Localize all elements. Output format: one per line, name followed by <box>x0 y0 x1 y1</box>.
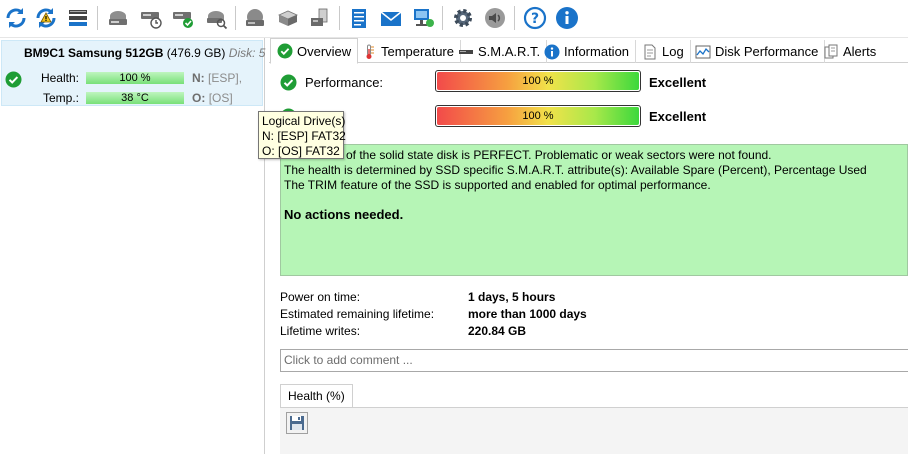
hdd-clock-icon[interactable] <box>138 5 164 31</box>
health-label: Health: <box>40 71 79 85</box>
chart-area <box>280 407 908 454</box>
disk-entry[interactable]: BM9C1 Samsung 512GB (476.9 GB) Disk: 5 H… <box>1 40 265 106</box>
chart-icon <box>695 45 711 58</box>
save-icon <box>290 416 304 430</box>
tooltip-line: N: [ESP] FAT32 <box>262 129 346 143</box>
toolbar-separator <box>442 6 443 30</box>
svg-text:?: ? <box>531 11 539 27</box>
refresh-icon[interactable] <box>3 5 29 31</box>
hdd-check-icon[interactable] <box>170 5 196 31</box>
drive-o-letter: O: <box>192 91 206 105</box>
health-bar: 100 % <box>435 105 641 127</box>
toolbar-separator <box>514 6 515 30</box>
tab-label: Log <box>662 44 684 59</box>
disk-name: BM9C1 Samsung 512GB <box>24 46 164 60</box>
action-text: No actions needed. <box>284 207 404 222</box>
tab-information[interactable]: Information <box>538 40 637 63</box>
tab-label: Disk Performance <box>715 44 819 59</box>
hdd-remove-icon[interactable] <box>307 5 333 31</box>
power-on-label: Power on time: <box>280 290 361 304</box>
remaining-lifetime-label: Estimated remaining lifetime: <box>280 307 435 321</box>
check-icon <box>277 43 293 59</box>
drive-o-name: [OS] <box>208 91 233 105</box>
save-button[interactable] <box>286 412 308 434</box>
status-line: The health is determined by SSD specific… <box>284 163 867 177</box>
tab-smart[interactable]: S.M.A.R.T. <box>452 40 548 63</box>
drive-n-letter: N: <box>192 71 205 85</box>
speaker-icon[interactable] <box>482 5 508 31</box>
temp-mini-bar: 38 °C <box>86 92 184 104</box>
drive-n: N: [ESP], <box>192 71 242 85</box>
health-rating: Excellent <box>649 109 707 124</box>
notes-icon[interactable] <box>346 5 372 31</box>
tab-overview[interactable]: Overview <box>270 38 359 64</box>
tab-temperature[interactable]: Temperature <box>355 40 461 63</box>
help-icon[interactable]: ? <box>522 5 548 31</box>
document-icon <box>644 44 656 59</box>
info-icon[interactable] <box>554 5 580 31</box>
overview-panel: Performance: 100 % Excellent 100 % Excel… <box>269 64 908 454</box>
health-status-box: of the solid state disk is PERFECT. Prob… <box>280 144 908 276</box>
tab-log[interactable]: Log <box>636 40 691 63</box>
tab-label: Overview <box>297 43 352 59</box>
hdd-usb-icon[interactable] <box>275 5 301 31</box>
lifetime-writes-value: 220.84 GB <box>468 324 527 338</box>
check-icon <box>5 71 22 88</box>
tab-label: Alerts <box>843 44 877 59</box>
toolbar: ? <box>0 0 908 38</box>
info-icon <box>544 44 560 59</box>
disk-title: BM9C1 Samsung 512GB (476.9 GB) Disk: 5 <box>24 46 265 60</box>
tab-strip: Overview Temperature S.M.A.R.T. Informat… <box>269 38 908 64</box>
hdd-search-icon[interactable] <box>203 5 229 31</box>
health-mini-bar: 100 % <box>86 72 184 84</box>
disk-settings-icon[interactable] <box>65 5 91 31</box>
drive-n-name: [ESP], <box>208 71 243 85</box>
performance-bar: 100 % <box>435 70 641 92</box>
toolbar-separator <box>97 6 98 30</box>
power-on-value: 1 days, 5 hours <box>468 290 556 304</box>
disk-number: Disk: 5 <box>228 46 266 60</box>
logical-drives-tooltip: Logical Drive(s) N: [ESP] FAT32 O: [OS] … <box>258 111 346 159</box>
check-icon <box>280 74 297 91</box>
comment-input[interactable]: Click to add comment ... <box>280 349 908 372</box>
tab-label: Information <box>564 44 630 59</box>
tab-disk-performance[interactable]: Disk Performance <box>689 40 826 63</box>
mail-icon[interactable] <box>378 5 404 31</box>
thermometer-icon <box>366 44 374 59</box>
tab-label: S.M.A.R.T. <box>478 44 541 59</box>
refresh-warning-icon[interactable] <box>33 5 59 31</box>
toolbar-separator <box>339 6 340 30</box>
disk-list: BM9C1 Samsung 512GB (476.9 GB) Disk: 5 H… <box>0 38 265 454</box>
hdd-gray-icon[interactable] <box>242 5 268 31</box>
drive-icon <box>459 49 473 54</box>
tooltip-title: Logical Drive(s) <box>262 114 346 128</box>
performance-label: Performance: <box>305 75 384 90</box>
remaining-lifetime-value: more than 1000 days <box>468 307 587 321</box>
status-line: of the solid state disk is PERFECT. Prob… <box>346 148 772 162</box>
tab-health-chart[interactable]: Health (%) <box>280 384 353 408</box>
performance-bar-value: 100 % <box>437 72 639 90</box>
status-line: The TRIM feature of the SSD is supported… <box>284 178 711 192</box>
disk-size: (476.9 GB) <box>166 46 226 60</box>
hdd-icon[interactable] <box>105 5 131 31</box>
performance-rating: Excellent <box>649 75 707 90</box>
network-icon[interactable] <box>410 5 436 31</box>
drive-o: O: [OS] <box>192 91 233 105</box>
alerts-icon <box>824 44 838 58</box>
toolbar-separator <box>235 6 236 30</box>
health-bar-value: 100 % <box>437 107 639 125</box>
tooltip-line: O: [OS] FAT32 <box>262 144 340 158</box>
gear-icon[interactable] <box>450 5 476 31</box>
tab-alerts[interactable]: Alerts <box>817 40 882 63</box>
temp-label: Temp.: <box>42 91 79 105</box>
tab-label: Temperature <box>381 44 454 59</box>
lifetime-writes-label: Lifetime writes: <box>280 324 361 338</box>
